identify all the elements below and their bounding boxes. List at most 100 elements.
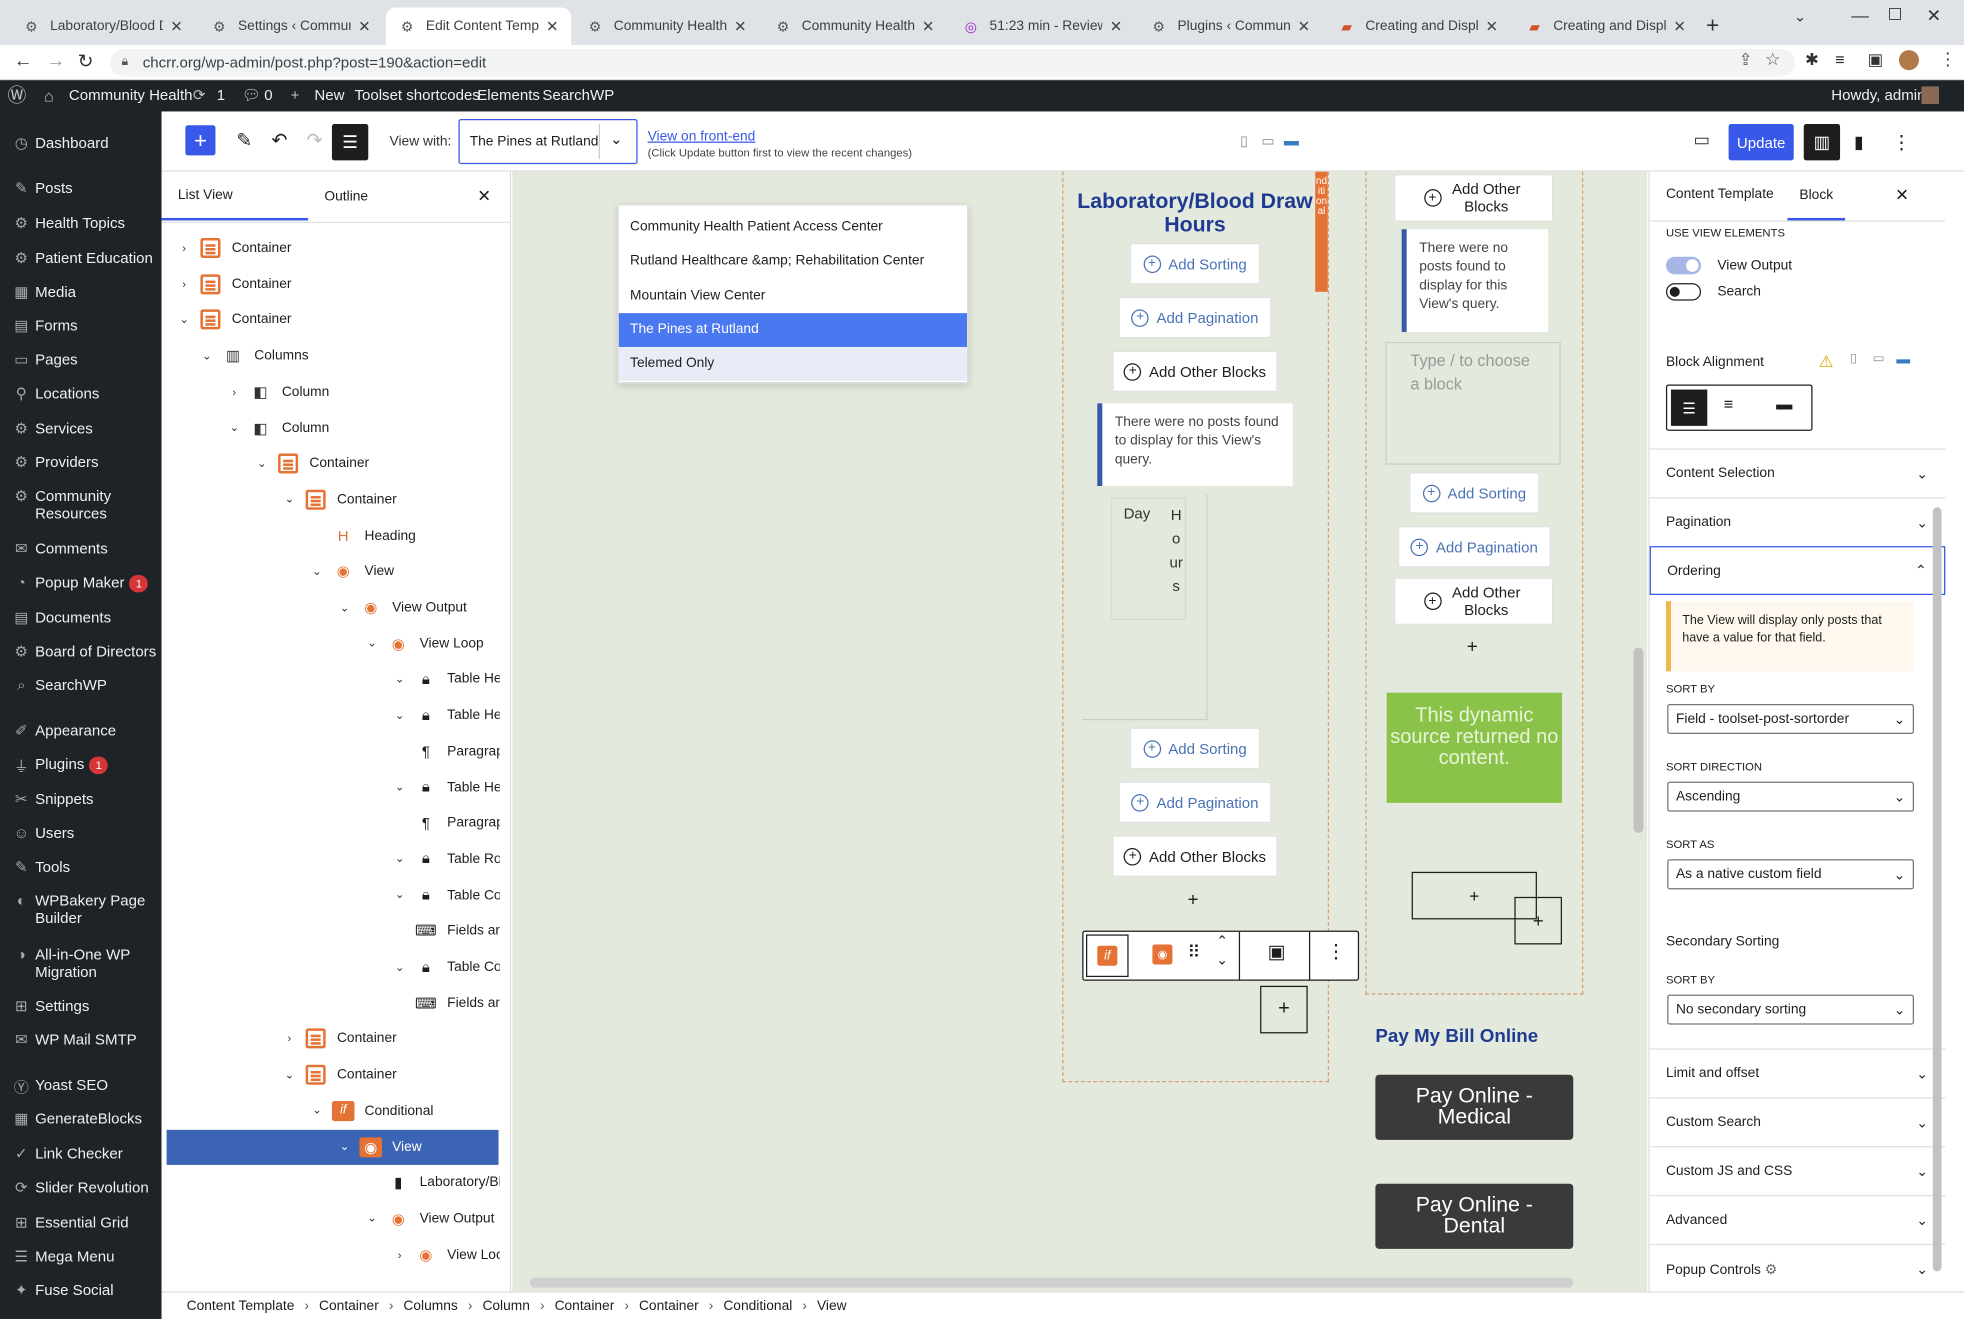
add-block-button[interactable]: + (185, 125, 216, 156)
align-right-button[interactable]: ▬ (1776, 395, 1792, 414)
list-view-row[interactable]: ⌄ ◉ View (166, 1129, 499, 1165)
block-options-icon[interactable]: ⋮ (1327, 941, 1346, 963)
media-control-icon[interactable]: ≡ (1835, 50, 1845, 69)
menu-item-plugins[interactable]: ⏚ Plugins 1 (0, 755, 162, 776)
desktop-alignment-icon[interactable]: ▬ (1896, 352, 1910, 367)
comments-icon[interactable]: 💬︎ (242, 80, 261, 111)
menu-item-mega-menu[interactable]: ☰ Mega Menu (0, 1248, 162, 1266)
comments-count[interactable]: 0 (264, 80, 272, 111)
browser-tab-3[interactable]: ⚙ Community Health Me ✕ (574, 8, 759, 46)
url-field[interactable]: 🔒︎ chcrr.org/wp-admin/post.php?post=190&… (110, 48, 1795, 77)
pagination-panel[interactable]: Pagination ⌄ (1649, 497, 1946, 546)
maximize-button[interactable]: ☐ (1888, 5, 1903, 25)
list-view-row[interactable]: ▮ Laboratory/Bl (162, 1165, 500, 1200)
close-tab-icon[interactable]: ✕ (1673, 18, 1686, 36)
breadcrumb-item[interactable]: Column (482, 1298, 529, 1313)
options-menu-icon[interactable]: ⋮ (1886, 124, 1916, 160)
back-icon[interactable]: ← (14, 50, 33, 71)
add-pagination-button-3[interactable]: + Add Pagination (1397, 526, 1551, 568)
menu-item-posts[interactable]: ✎ Posts (0, 179, 162, 197)
sidebar-scrollbar[interactable] (1932, 507, 1942, 1272)
align-center-button[interactable]: ≡ (1724, 395, 1734, 414)
add-sorting-button-2[interactable]: + Add Sorting (1129, 727, 1261, 770)
tablet-alignment-icon[interactable]: ▭ (1873, 352, 1885, 366)
list-view-row[interactable]: ⌄ if Conditional (162, 1093, 500, 1128)
sort-as-select[interactable]: As a native custom field ⌄ (1667, 859, 1914, 890)
searchwp-link[interactable]: SearchWP (542, 80, 614, 111)
settings-sidebar-toggle[interactable]: ▥ (1803, 124, 1841, 161)
chevron-down-icon[interactable]: ⌄ (254, 457, 269, 471)
close-tab-icon[interactable]: ✕ (922, 18, 935, 36)
add-pagination-button[interactable]: + Add Pagination (1118, 296, 1272, 339)
chevron-down-icon[interactable]: ⌄ (177, 313, 192, 327)
menu-item-pages[interactable]: ▭ Pages (0, 351, 162, 369)
chevron-right-icon[interactable]: › (392, 1248, 407, 1261)
pay-online-dental-button[interactable]: Pay Online - Dental (1375, 1183, 1574, 1249)
secondary-sort-select[interactable]: No secondary sorting ⌄ (1667, 994, 1914, 1025)
sort-by-select[interactable]: Field - toolset-post-sortorder ⌄ (1667, 703, 1914, 735)
drag-handle-icon[interactable]: ⠿ (1187, 942, 1200, 963)
list-view-row[interactable]: ⌄ 🔒︎ Table Hea (162, 770, 500, 805)
wordpress-logo-icon[interactable]: Ⓦ (8, 80, 27, 111)
list-view-toggle[interactable]: ☰ (331, 124, 369, 161)
browser-tab-1[interactable]: ⚙ Settings ‹ Community ✕ (198, 8, 383, 46)
limit-offset-panel[interactable]: Limit and offset ⌄ (1649, 1048, 1946, 1097)
menu-item-services[interactable]: ⚙ Services (0, 420, 162, 438)
menu-item-community-resources[interactable]: ⚙ Community Resources (0, 487, 162, 522)
custom-search-panel[interactable]: Custom Search ⌄ (1649, 1097, 1946, 1146)
menu-item-fuse-social[interactable]: ✦ Fuse Social (0, 1281, 162, 1299)
move-up-icon[interactable]: ⌃ (1216, 933, 1228, 949)
add-other-blocks-button[interactable]: + Add Other Blocks (1112, 350, 1278, 393)
close-tab-icon[interactable]: ✕ (734, 18, 747, 36)
pay-bill-heading[interactable]: Pay My Bill Online (1375, 1026, 1538, 1047)
chevron-right-icon[interactable]: › (227, 386, 242, 399)
menu-item-wpbakery-page-builder[interactable]: ◐ WPBakery Page Builder (0, 892, 162, 927)
close-tab-icon[interactable]: ✕ (170, 18, 183, 36)
list-view-row[interactable]: ⌄ ◧ Column (162, 410, 500, 445)
chevron-down-icon[interactable]: ⌄ (309, 565, 324, 579)
list-view-row[interactable]: ⌄ Container (162, 482, 500, 517)
site-name-link[interactable]: Community Health (69, 80, 193, 111)
sort-direction-select[interactable]: Ascending ⌄ (1667, 781, 1914, 812)
search-toggle[interactable] (1665, 283, 1702, 301)
elements-link[interactable]: Elements (477, 80, 540, 111)
list-view-row[interactable]: ⌄ 🔒︎ Table Col (162, 949, 500, 984)
list-view-row[interactable]: ⌄ Container (162, 1057, 500, 1092)
pencil-icon[interactable]: ✎ (229, 125, 259, 155)
chevron-down-icon[interactable]: ⌄ (199, 349, 214, 363)
chevron-down-icon[interactable]: ⌄ (365, 1212, 380, 1226)
chevron-right-icon[interactable]: › (282, 1033, 297, 1046)
chevron-down-icon[interactable]: ⌄ (227, 421, 242, 435)
inline-add-block-icon-2[interactable]: + (1467, 636, 1478, 657)
chevron-down-icon[interactable]: ⌄ (365, 637, 380, 651)
chevron-down-icon[interactable]: ⌄ (337, 601, 352, 615)
preview-icon[interactable]: ▭ (1694, 129, 1711, 150)
breadcrumb-item[interactable]: Conditional (723, 1298, 792, 1313)
move-down-icon[interactable]: ⌄ (1216, 952, 1228, 968)
browser-tab-2[interactable]: ⚙ Edit Content Template ✕ (385, 7, 572, 46)
list-view-row[interactable]: ⌄ 🔒︎ Table Hea (162, 698, 500, 733)
add-other-blocks-button-3[interactable]: + Add Other Blocks (1394, 174, 1554, 222)
list-view-row[interactable]: ⌄ ▥ Columns (162, 338, 500, 373)
chevron-down-icon[interactable]: ⌄ (392, 852, 407, 866)
menu-item-yoast-seo[interactable]: Ⓨ Yoast SEO (0, 1076, 162, 1097)
menu-item-documents[interactable]: ▤ Documents (0, 609, 162, 627)
redo-icon[interactable]: ↷ (299, 125, 329, 155)
chevron-down-icon[interactable]: ⌄ (392, 673, 407, 687)
list-view-row[interactable]: › Container (162, 230, 500, 265)
breadcrumb-item[interactable]: Container (639, 1298, 699, 1313)
menu-item-link-checker[interactable]: ✓ Link Checker (0, 1145, 162, 1163)
breadcrumb-item[interactable]: Columns (403, 1298, 457, 1313)
side-panel-icon[interactable]: ▣ (1868, 50, 1883, 70)
list-view-row[interactable]: › Container (162, 1021, 500, 1056)
inline-add-block-icon[interactable]: + (1187, 889, 1198, 910)
align-left-button[interactable]: ☰ (1670, 389, 1708, 426)
list-view-row[interactable]: H Heading (162, 518, 500, 553)
chevron-down-icon[interactable]: ⌄ (282, 493, 297, 507)
new-content-link[interactable]: New (314, 80, 344, 111)
desktop-preview-icon[interactable]: ▬ (1284, 132, 1299, 150)
menu-item-media[interactable]: ▦ Media (0, 283, 162, 301)
tablet-preview-icon[interactable]: ▭ (1261, 133, 1274, 149)
view-with-select[interactable]: The Pines at Rutland ⌄ (458, 118, 638, 165)
tab-content-template[interactable]: Content Template (1666, 187, 1774, 202)
